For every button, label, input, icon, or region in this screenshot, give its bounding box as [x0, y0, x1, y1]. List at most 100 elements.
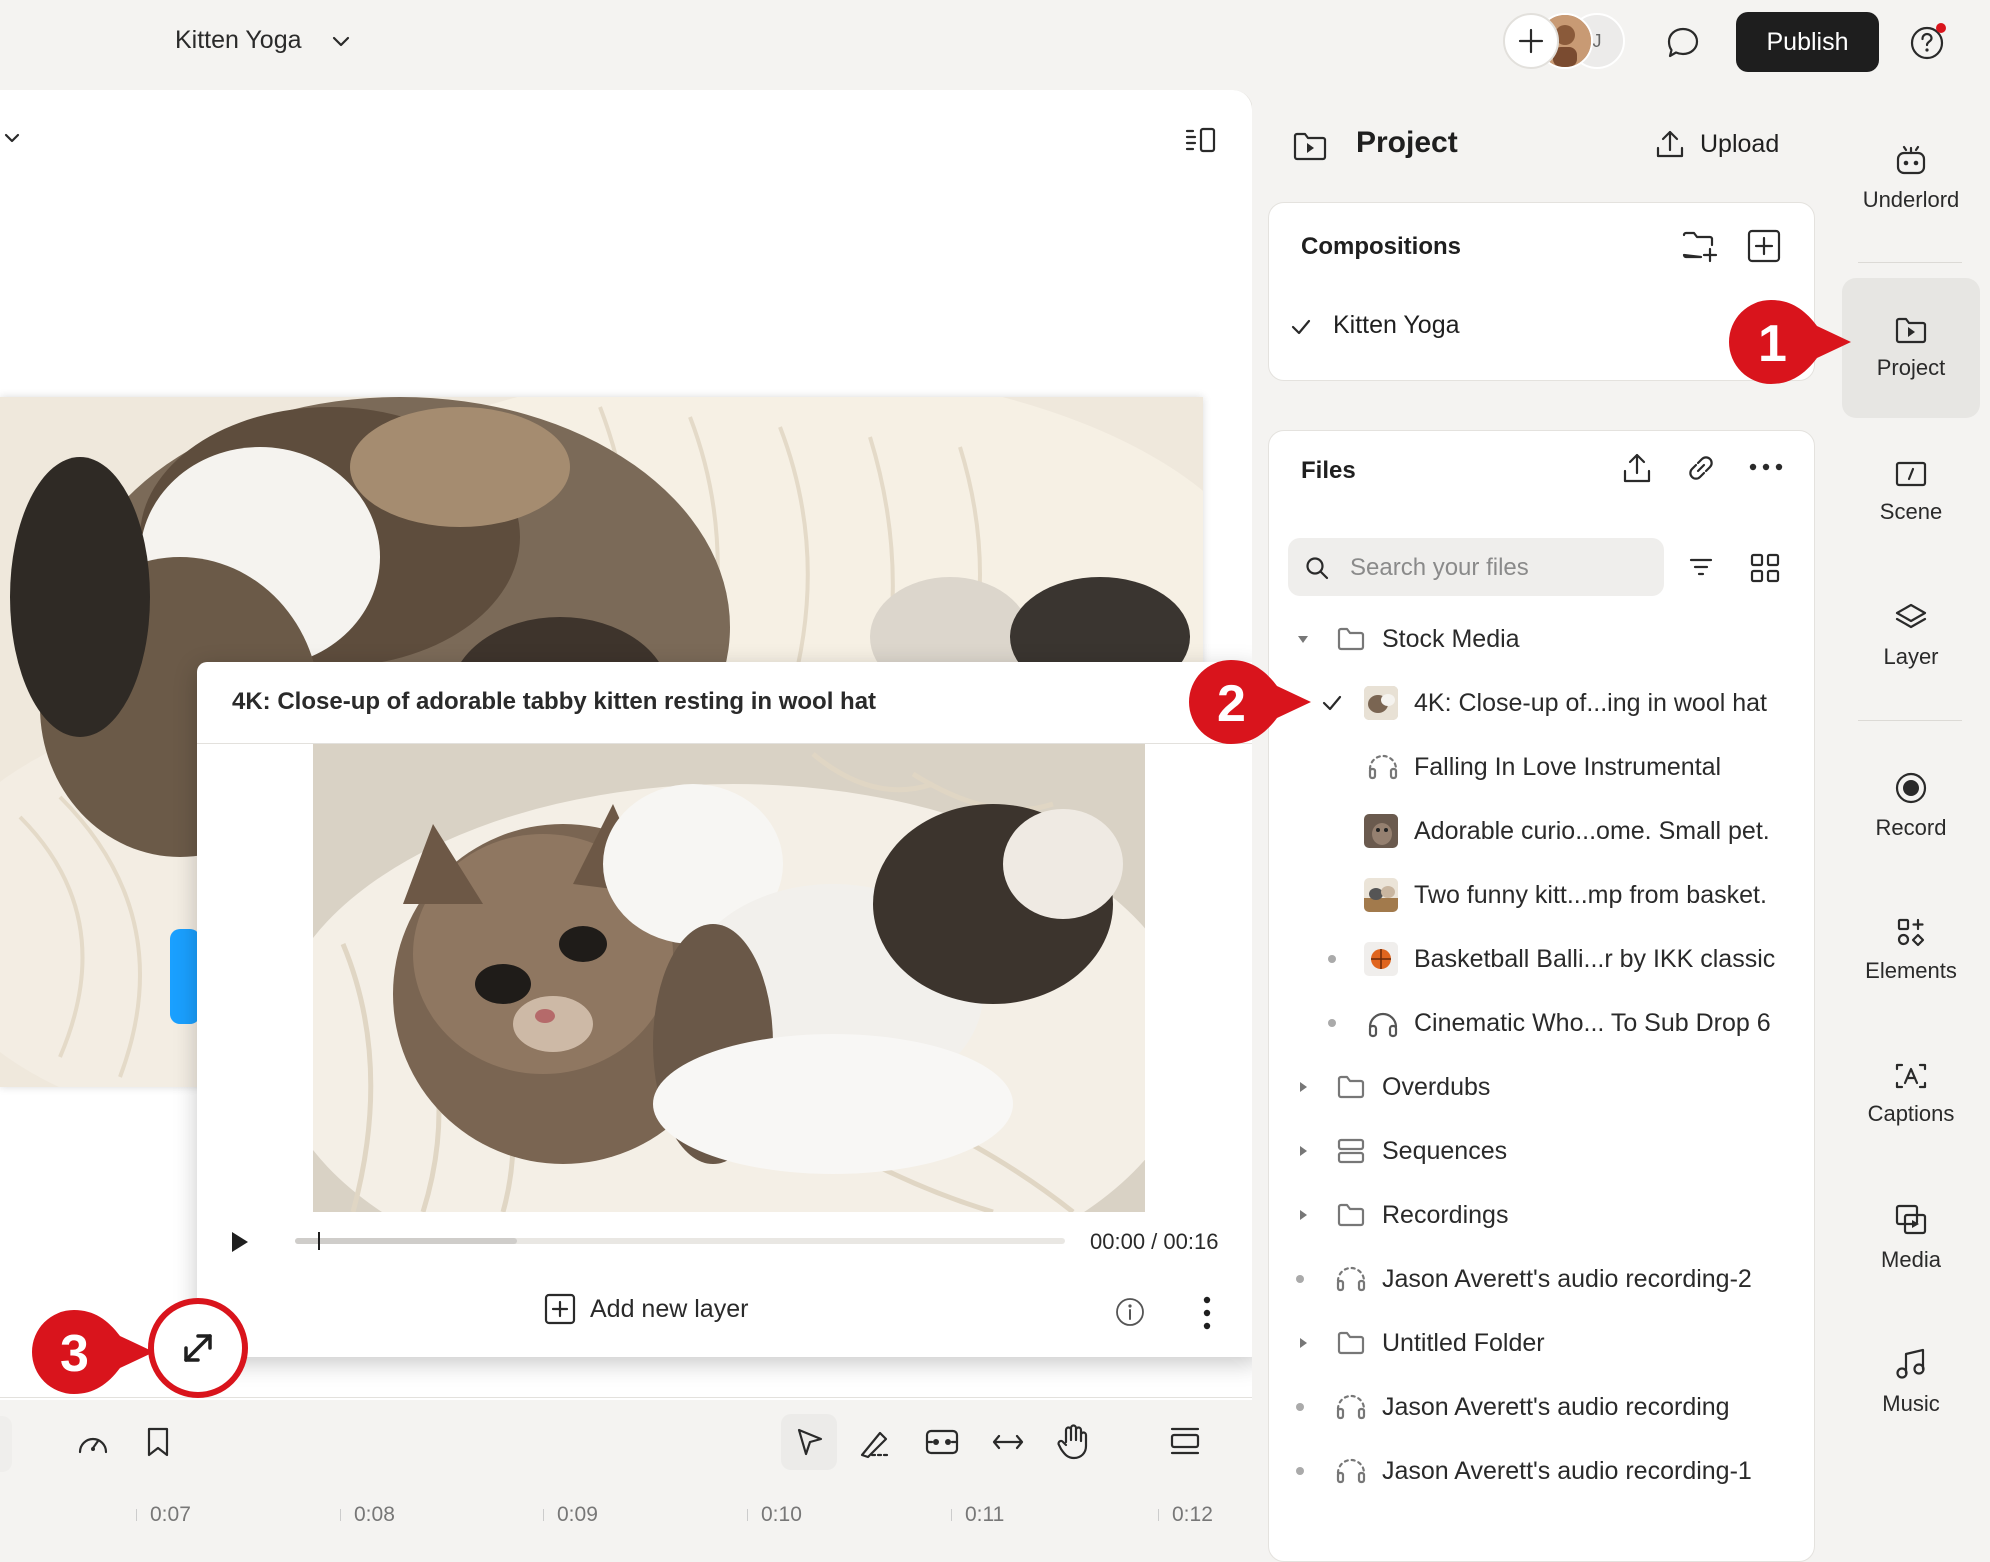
playback-time: 00:00 / 00:16 — [1090, 1229, 1219, 1254]
sidebar-item-captions[interactable]: Captions — [1842, 1024, 1980, 1164]
layers-icon — [1895, 603, 1927, 629]
composition-title[interactable]: Kitten Yoga — [175, 26, 302, 55]
timeline-view-icon[interactable] — [1169, 1425, 1201, 1457]
timeline-tick: 0:09 — [543, 1503, 598, 1526]
upload-icon[interactable] — [1621, 451, 1653, 485]
more-vertical-icon[interactable] — [1202, 1296, 1212, 1330]
info-icon[interactable] — [1115, 1297, 1145, 1327]
upload-button[interactable]: Upload — [1654, 128, 1779, 160]
file-tree-label: Overdubs — [1382, 1072, 1491, 1101]
add-collaborator-icon[interactable] — [1503, 13, 1559, 69]
sidebar-item-music[interactable]: Music — [1842, 1312, 1980, 1452]
bookmark-icon[interactable] — [145, 1426, 171, 1458]
selection-handle[interactable] — [170, 929, 200, 1024]
callout-3-label: 3 — [60, 1325, 89, 1383]
search-box — [1288, 538, 1664, 598]
publish-button[interactable]: Publish — [1736, 12, 1879, 72]
hand-tool-icon[interactable] — [1056, 1424, 1090, 1460]
file-tree-label: Stock Media — [1382, 624, 1520, 653]
composition-item[interactable]: Kitten Yoga — [1333, 311, 1460, 340]
timeline-tick: 0:12 — [1158, 1503, 1213, 1526]
blade-tool-icon[interactable] — [858, 1427, 892, 1459]
chevron-down-icon[interactable] — [330, 30, 352, 52]
sidebar-item-label: Layer — [1883, 644, 1939, 669]
expand-icon — [184, 1334, 212, 1362]
panel-title: Project — [1356, 126, 1458, 159]
file-tree-label: Jason Averett's audio recording-1 — [1382, 1456, 1752, 1485]
sidebar-item-media[interactable]: Media — [1842, 1168, 1980, 1308]
file-tree-label: 4K: Close-up of...ing in wool hat — [1414, 688, 1767, 717]
timeline-scroll-handle[interactable] — [0, 1416, 12, 1472]
select-tool-button[interactable] — [781, 1414, 837, 1470]
sidebar-divider — [1858, 262, 1962, 263]
sidebar-item-underlord[interactable]: Underlord — [1842, 108, 1980, 248]
sidebar-item-elements[interactable]: Elements — [1842, 880, 1980, 1020]
add-new-layer-button[interactable]: Add new layer — [544, 1293, 748, 1325]
callout-1-marker — [1729, 300, 1851, 384]
unread-dot — [1296, 1403, 1304, 1411]
timeline-tick: 0:10 — [747, 1503, 802, 1526]
unread-dot — [1296, 1467, 1304, 1475]
scrubber-buffer — [295, 1238, 517, 1244]
file-tree-label: Two funny kitt...mp from basket. — [1414, 880, 1767, 909]
file-tree-label: Falling In Love Instrumental — [1414, 752, 1722, 781]
files-title: Files — [1301, 457, 1356, 484]
add-new-layer-label: Add new layer — [590, 1294, 749, 1323]
script-panel-toggle-icon[interactable] — [1185, 126, 1217, 154]
play-icon[interactable] — [227, 1230, 251, 1254]
timeline-tick: 0:11 — [950, 1503, 1005, 1526]
add-composition-icon[interactable] — [1747, 229, 1781, 263]
sidebar-item-label: Media — [1881, 1247, 1941, 1272]
sidebar-item-label: Project — [1876, 355, 1946, 380]
chevron-down-icon[interactable] — [4, 130, 20, 146]
folder-icon — [1337, 1203, 1365, 1227]
elements-icon — [1897, 918, 1925, 947]
new-folder-icon[interactable] — [1681, 229, 1719, 263]
upload-icon — [1656, 130, 1684, 158]
file-tree-label: Untitled Folder — [1382, 1328, 1545, 1357]
caret-right-icon — [1300, 1338, 1307, 1348]
folder-icon — [1337, 1075, 1365, 1099]
caret-right-icon — [1300, 1082, 1307, 1092]
sidebar-item-project[interactable]: Project — [1842, 278, 1980, 418]
sidebar-item-label: Record — [1875, 815, 1947, 840]
sidebar-item-layer[interactable]: Layer — [1842, 566, 1980, 706]
stretch-tool-icon[interactable] — [991, 1432, 1025, 1452]
playhead[interactable] — [318, 1232, 320, 1250]
check-icon — [1322, 695, 1342, 711]
preview-video[interactable] — [313, 744, 1145, 1212]
sidebar-item-label: Elements — [1865, 958, 1957, 983]
sidebar-item-label: Captions — [1867, 1101, 1955, 1126]
sort-icon[interactable] — [1688, 555, 1714, 579]
caret-down-icon — [1298, 636, 1308, 643]
comment-icon[interactable] — [1665, 25, 1701, 61]
media-icon — [1895, 1204, 1927, 1235]
file-tree-label: Jason Averett's audio recording — [1382, 1392, 1730, 1421]
help-icon[interactable] — [1909, 23, 1947, 61]
more-horizontal-icon[interactable] — [1749, 463, 1783, 471]
sidebar-divider — [1858, 720, 1962, 721]
gap-tool-icon[interactable] — [924, 1427, 960, 1457]
compositions-title: Compositions — [1301, 233, 1461, 260]
upload-label: Upload — [1700, 129, 1780, 158]
link-icon[interactable] — [1684, 451, 1718, 485]
grid-view-icon[interactable] — [1749, 552, 1781, 584]
playback-scrubber[interactable] — [295, 1232, 1065, 1250]
sidebar-item-label: Underlord — [1862, 187, 1960, 212]
file-tree-label: Recordings — [1382, 1200, 1509, 1229]
file-tree-label: Jason Averett's audio recording-2 — [1382, 1264, 1752, 1293]
search-input[interactable] — [1348, 538, 1652, 598]
folder-icon — [1337, 1331, 1365, 1355]
expand-preview-button[interactable] — [148, 1298, 248, 1398]
file-tree-label: Basketball Balli...r by IKK classic — [1414, 944, 1776, 973]
search-icon — [1306, 557, 1329, 580]
file-preview-popup: 4K: Close-up of adorable tabby kitten re… — [197, 662, 1261, 1357]
headphones-icon — [1368, 1012, 1398, 1038]
folder-play-icon — [1292, 130, 1328, 162]
sidebar-item-record[interactable]: Record — [1842, 736, 1980, 876]
callout-2-label: 2 — [1217, 675, 1246, 733]
sequence-icon — [1337, 1138, 1365, 1164]
sidebar-item-scene[interactable]: Scene — [1842, 422, 1980, 562]
speed-icon[interactable] — [76, 1428, 110, 1458]
collaborators[interactable]: J — [1503, 13, 1628, 71]
